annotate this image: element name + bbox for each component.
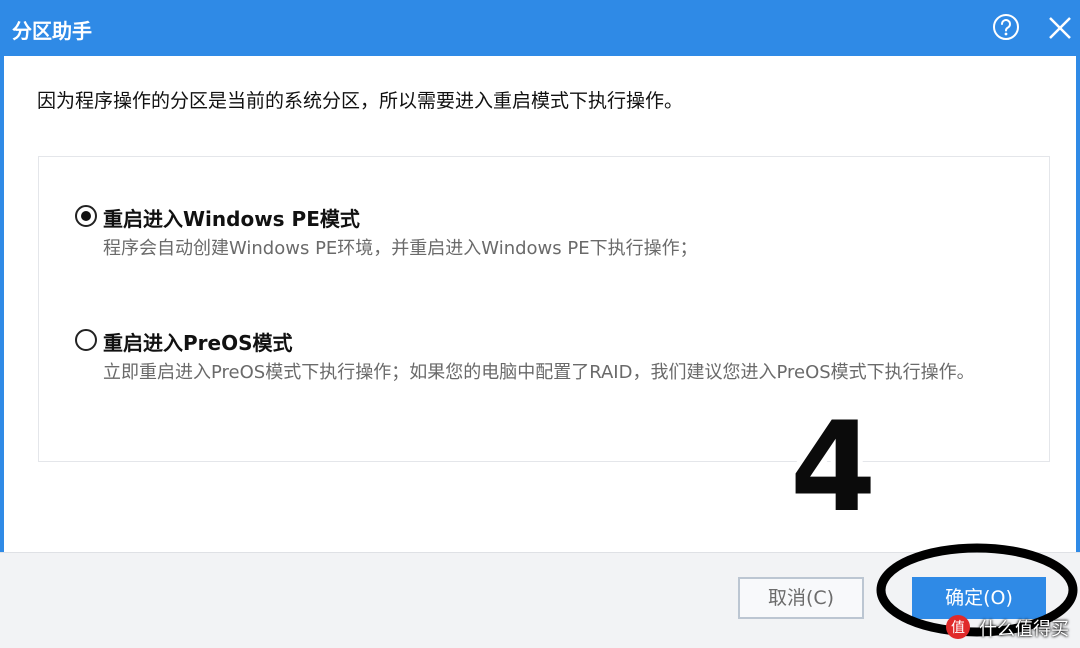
option-title: 重启进入PreOS模式 — [103, 331, 293, 355]
cancel-button[interactable]: 取消(C) — [738, 577, 864, 619]
window-title: 分区助手 — [12, 19, 92, 43]
radio-preos[interactable] — [75, 329, 97, 351]
options-panel: 重启进入Windows PE模式 程序会自动创建Windows PE环境，并重启… — [38, 156, 1050, 462]
watermark: 值 什么值得买 — [945, 611, 1080, 643]
option-description: 立即重启进入PreOS模式下执行操作；如果您的电脑中配置了RAID，我们建议您进… — [103, 362, 975, 383]
radio-windows-pe[interactable] — [75, 205, 97, 227]
info-message: 因为程序操作的分区是当前的系统分区，所以需要进入重启模式下执行操作。 — [37, 90, 684, 112]
zhi-logo-icon: 值 — [946, 615, 970, 639]
help-icon — [993, 14, 1019, 40]
radio-selected-dot — [81, 211, 91, 221]
step-number-annotation: 4 — [790, 396, 877, 540]
help-button[interactable] — [991, 12, 1021, 42]
option-title: 重启进入Windows PE模式 — [103, 207, 360, 231]
svg-text:值: 值 — [951, 620, 965, 636]
option-description: 程序会自动创建Windows PE环境，并重启进入Windows PE下执行操作… — [103, 238, 698, 259]
close-button[interactable] — [1044, 12, 1076, 44]
watermark-text: 什么值得买 — [979, 619, 1069, 640]
title-bar: 分区助手 — [0, 0, 1080, 56]
close-icon — [1049, 17, 1071, 39]
